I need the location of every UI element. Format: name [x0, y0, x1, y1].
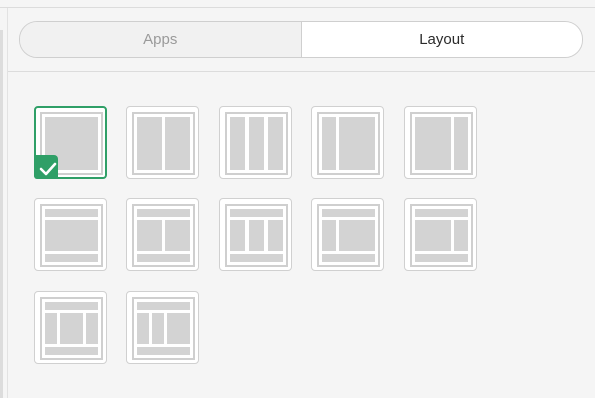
layout-option-header-single-footer[interactable] — [34, 198, 107, 271]
layout-header-three-column-footer-icon — [225, 204, 288, 267]
layout-header-single-footer-icon — [40, 204, 103, 267]
layout-option-two-column-wide-left[interactable] — [404, 106, 477, 179]
panel-divider — [7, 8, 8, 398]
tab-bar: Apps Layout — [19, 21, 583, 58]
layout-option-header-wide-narrow-footer[interactable] — [126, 291, 199, 364]
layout-option-single-column[interactable] — [34, 106, 107, 179]
layout-option-three-column[interactable] — [219, 106, 292, 179]
layout-two-column-wide-right-icon — [317, 112, 380, 175]
layout-header-wide-left-footer-icon — [410, 204, 473, 267]
selected-badge — [34, 155, 58, 179]
section-divider — [8, 71, 595, 72]
layout-header-two-column-footer-icon — [132, 204, 195, 267]
layout-option-header-three-column-footer[interactable] — [219, 198, 292, 271]
layout-three-column-icon — [225, 112, 288, 175]
layout-option-two-column-equal[interactable] — [126, 106, 199, 179]
top-border — [0, 7, 595, 8]
tab-apps[interactable]: Apps — [20, 22, 302, 57]
tab-layout[interactable]: Layout — [301, 22, 582, 57]
layout-option-header-two-column-footer[interactable] — [126, 198, 199, 271]
layout-option-header-narrow-wide-narrow-footer[interactable] — [34, 291, 107, 364]
scrollbar[interactable] — [0, 30, 3, 398]
layout-two-column-wide-left-icon — [410, 112, 473, 175]
layout-header-narrow-wide-narrow-footer-icon — [40, 297, 103, 360]
checkmark-icon — [39, 162, 57, 176]
layout-header-wide-right-footer-icon — [317, 204, 380, 267]
layout-option-header-wide-left-footer[interactable] — [404, 198, 477, 271]
layout-header-wide-narrow-footer-icon — [132, 297, 195, 360]
layout-option-two-column-wide-right[interactable] — [311, 106, 384, 179]
layout-two-column-equal-icon — [132, 112, 195, 175]
layout-option-header-wide-right-footer[interactable] — [311, 198, 384, 271]
